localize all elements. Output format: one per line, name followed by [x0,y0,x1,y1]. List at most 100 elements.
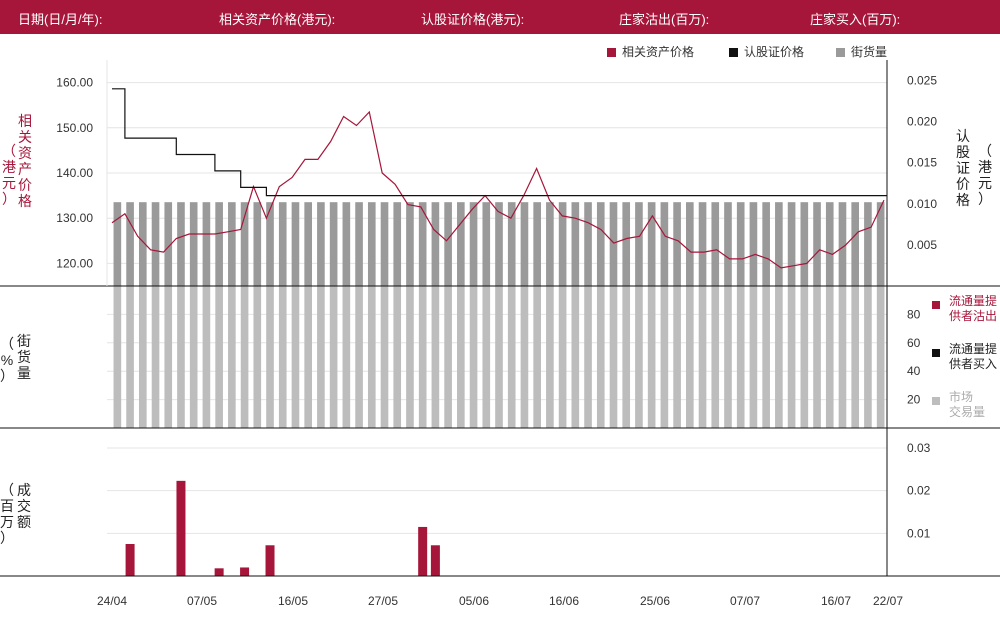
outstanding-pct-bar [711,286,720,428]
outstanding-bar [126,202,134,286]
outstanding-pct-bar [215,286,223,428]
outstanding-pct-bar [635,286,643,428]
outstanding-bar [202,202,211,286]
outstanding-pct-bar [457,286,465,428]
outstanding-pct-bar [749,286,758,428]
x-tick-label: 16/07 [821,594,851,608]
outstanding-pct-bar [876,286,885,428]
outstanding-bar [787,202,796,286]
right-tick-label: 0.020 [907,115,937,129]
outstanding-bar [113,202,122,286]
outstanding-bar [151,202,160,286]
outstanding-bar [482,202,491,286]
outstanding-bar [800,202,809,286]
outstanding-pct-bar [736,286,745,428]
outstanding-pct-bar [240,286,249,428]
outstanding-bar [406,202,414,286]
outstanding-pct-bar [571,286,580,428]
outstanding-pct-bar [584,286,592,428]
outstanding-pct-bar [380,286,389,428]
outstanding-bar [177,202,185,286]
x-tick-label: 24/04 [97,594,127,608]
outstanding-pct-bar [558,286,567,428]
outstanding-bar [457,202,465,286]
outstanding-bar [189,202,198,286]
outstanding-pct-bar [342,286,351,428]
outstanding-pct-bar [533,286,541,428]
outstanding-pct-bar [520,286,529,428]
turnover-bar [214,568,224,576]
outstanding-bar [876,202,885,286]
outstanding-pct-bar [673,286,681,428]
outstanding-pct-bar [609,286,618,428]
outstanding-bar [584,202,592,286]
outstanding-bar [355,202,363,286]
outstanding-pct-bar [291,286,300,428]
outstanding-bar [736,202,745,286]
warrant-price-line [112,88,887,197]
outstanding-bar [825,202,834,286]
outstanding-pct-bar [596,286,605,428]
turnover-bar [176,480,186,576]
x-tick-label: 07/05 [187,594,217,608]
outstanding-pct-bar [278,286,287,428]
outstanding-pct-bar [698,286,707,428]
turnover-bar [430,545,440,576]
left-tick-label: 120.00 [56,256,93,270]
outstanding-bar [380,202,389,286]
x-tick-label: 22/07 [873,594,903,608]
outstanding-pct-bar [444,286,452,428]
outstanding-bar [622,202,631,286]
left-tick-label: 150.00 [56,121,93,135]
outstanding-bar [673,202,681,286]
x-tick-label: 25/06 [640,594,670,608]
x-tick-label: 27/05 [368,594,398,608]
outstanding-bar [647,202,656,286]
right-tick-label: 0.010 [907,197,937,211]
turnover-bar [240,567,250,576]
outstanding-pct-bar [418,286,427,428]
outstanding-pct-bar [838,286,847,428]
outstanding-pct-bar [864,286,872,428]
outstanding-bar [367,202,376,286]
outstanding-bar [495,202,503,286]
right-tick-label: 0.025 [907,74,937,88]
outstanding-bar [291,202,300,286]
outstanding-bar [507,202,516,286]
outstanding-pct-bar [304,286,312,428]
outstanding-pct-bar [482,286,491,428]
outstanding-bar [444,202,452,286]
x-tick-label: 05/06 [459,594,489,608]
outstanding-pct-bar [724,286,732,428]
outstanding-bar [329,202,338,286]
bottom-tick-label: 0.02 [907,484,931,498]
outstanding-bar [571,202,580,286]
outstanding-bar [609,202,618,286]
outstanding-bar [546,202,554,286]
left-tick-label: 160.00 [56,76,93,90]
bottom-tick-label: 0.01 [907,526,931,540]
outstanding-bar [253,202,262,286]
outstanding-pct-bar [164,286,173,428]
outstanding-bar [711,202,720,286]
mid-tick-label: 40 [907,364,921,378]
outstanding-pct-bar [406,286,414,428]
turnover-bar [125,544,135,576]
outstanding-bar [851,202,860,286]
outstanding-bar [813,202,821,286]
outstanding-bar [558,202,567,286]
turnover-bar [418,526,428,576]
outstanding-pct-bar [189,286,198,428]
x-tick-label: 16/05 [278,594,308,608]
right-tick-label: 0.005 [907,238,937,252]
outstanding-pct-bar [813,286,821,428]
outstanding-pct-bar [355,286,363,428]
outstanding-pct-bar [393,286,402,428]
outstanding-pct-bar [762,286,770,428]
outstanding-pct-bar [507,286,516,428]
outstanding-bar [864,202,872,286]
outstanding-pct-bar [228,286,236,428]
outstanding-bar [686,202,694,286]
outstanding-bar [533,202,541,286]
outstanding-pct-bar [495,286,503,428]
